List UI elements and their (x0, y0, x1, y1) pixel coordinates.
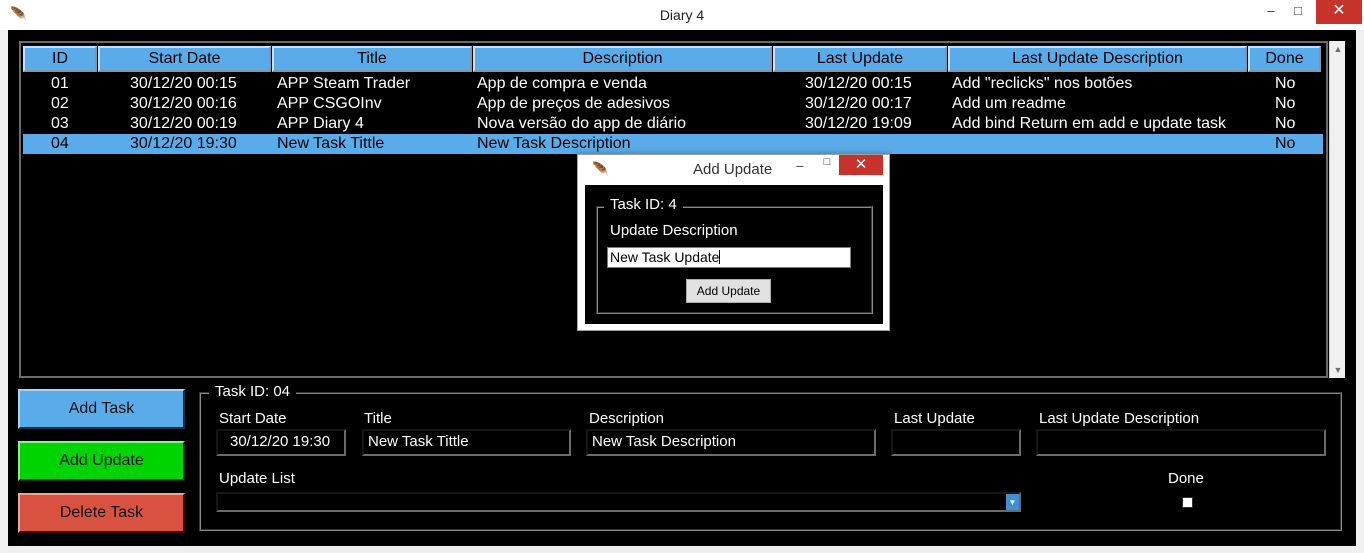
done-checkbox[interactable] (1182, 497, 1193, 508)
start-date-field[interactable]: 30/12/20 19:30 (216, 429, 346, 456)
column-header-description[interactable]: Description (473, 46, 772, 72)
dialog-close-button[interactable]: ✕ (839, 155, 883, 175)
dialog-maximize-button[interactable]: □ (817, 156, 837, 168)
update-description-input[interactable]: New Task Update (607, 247, 851, 268)
cell-last-update: 30/12/20 00:15 (805, 75, 912, 92)
column-header-last-update-description[interactable]: Last Update Description (948, 46, 1247, 72)
update-description-value: New Task Update (610, 249, 720, 265)
dialog-title: Add Update (693, 161, 773, 178)
add-update-button[interactable]: Add Update (18, 441, 185, 481)
cell-id: 01 (51, 75, 69, 92)
cell-start-date: 30/12/20 00:15 (130, 75, 237, 92)
cell-done: No (1275, 75, 1296, 92)
window-titlebar[interactable]: 🪶 Diary 4 – □ ✕ (0, 0, 1364, 30)
cell-last-update-description: Add bind Return em add e update task (952, 115, 1226, 132)
cell-last-update-description: Add um readme (952, 95, 1066, 112)
cell-start-date: 30/12/20 00:19 (130, 115, 237, 132)
title-field[interactable]: New Task Tittle (362, 429, 571, 456)
cell-done: No (1275, 95, 1296, 112)
text-caret (719, 250, 721, 264)
dialog-add-update-button[interactable]: Add Update (686, 279, 771, 303)
column-header-start-date[interactable]: Start Date (98, 46, 271, 72)
cell-start-date: 30/12/20 19:30 (130, 135, 237, 152)
cell-id: 02 (51, 95, 69, 112)
table-row-selected[interactable]: 04 30/12/20 19:30 New Task Tittle New Ta… (23, 134, 1323, 154)
description-label: Description (589, 410, 665, 427)
last-update-description-field[interactable] (1036, 429, 1326, 456)
cell-done: No (1275, 135, 1296, 152)
cell-title: APP CSGOInv (277, 95, 382, 112)
dialog-task-id: Task ID: 4 (604, 196, 683, 213)
maximize-button[interactable]: □ (1285, 0, 1311, 24)
scroll-up-icon[interactable]: ▲ (1330, 41, 1346, 57)
task-detail-title: Task ID: 04 (209, 383, 297, 400)
cell-description: App de compra e venda (477, 75, 647, 92)
cell-title: New Task Tittle (277, 135, 385, 152)
column-header-id[interactable]: ID (23, 46, 97, 72)
column-header-done[interactable]: Done (1248, 46, 1321, 72)
description-field[interactable]: New Task Description (586, 429, 876, 456)
table-row[interactable]: 01 30/12/20 00:15 APP Steam Trader App d… (23, 74, 1323, 94)
last-update-field[interactable] (891, 429, 1021, 456)
minimize-button[interactable]: – (1258, 0, 1284, 24)
cell-done: No (1275, 115, 1296, 132)
cell-description: Nova versão do app de diário (477, 115, 687, 132)
cell-description: App de preços de adesivos (477, 95, 671, 112)
cell-id: 03 (51, 115, 69, 132)
cell-last-update-description: Add "reclicks" nos botões (952, 75, 1133, 92)
cell-title: APP Steam Trader (277, 75, 411, 92)
column-header-last-update[interactable]: Last Update (773, 46, 947, 72)
cell-last-update: 30/12/20 19:09 (805, 115, 912, 132)
update-description-label: Update Description (610, 222, 738, 239)
cell-start-date: 30/12/20 00:16 (130, 95, 237, 112)
cell-title: APP Diary 4 (277, 115, 364, 132)
cell-id: 04 (51, 135, 69, 152)
title-label: Title (364, 410, 392, 427)
feather-icon: 🪶 (592, 161, 610, 177)
last-update-description-label: Last Update Description (1039, 410, 1200, 427)
cell-last-update: 30/12/20 00:17 (805, 95, 912, 112)
close-button[interactable]: ✕ (1316, 0, 1362, 24)
add-task-button[interactable]: Add Task (18, 389, 185, 429)
column-header-title[interactable]: Title (272, 46, 472, 72)
window-title: Diary 4 (659, 7, 705, 23)
table-scrollbar[interactable]: ▲ ▼ (1329, 41, 1345, 378)
table-row[interactable]: 02 30/12/20 00:16 APP CSGOInv App de pre… (23, 94, 1323, 114)
chevron-down-icon[interactable]: ▼ (1006, 494, 1019, 510)
table-row[interactable]: 03 30/12/20 00:19 APP Diary 4 Nova versã… (23, 114, 1323, 134)
update-list-label: Update List (219, 470, 295, 487)
scroll-down-icon[interactable]: ▼ (1330, 362, 1346, 378)
dialog-minimize-button[interactable]: – (790, 158, 810, 173)
delete-task-button[interactable]: Delete Task (18, 493, 185, 533)
start-date-label: Start Date (219, 410, 287, 427)
last-update-label: Last Update (894, 410, 975, 427)
cell-description: New Task Description (477, 135, 631, 152)
update-list-combobox[interactable]: ▼ (216, 492, 1021, 512)
done-label: Done (1168, 470, 1204, 487)
